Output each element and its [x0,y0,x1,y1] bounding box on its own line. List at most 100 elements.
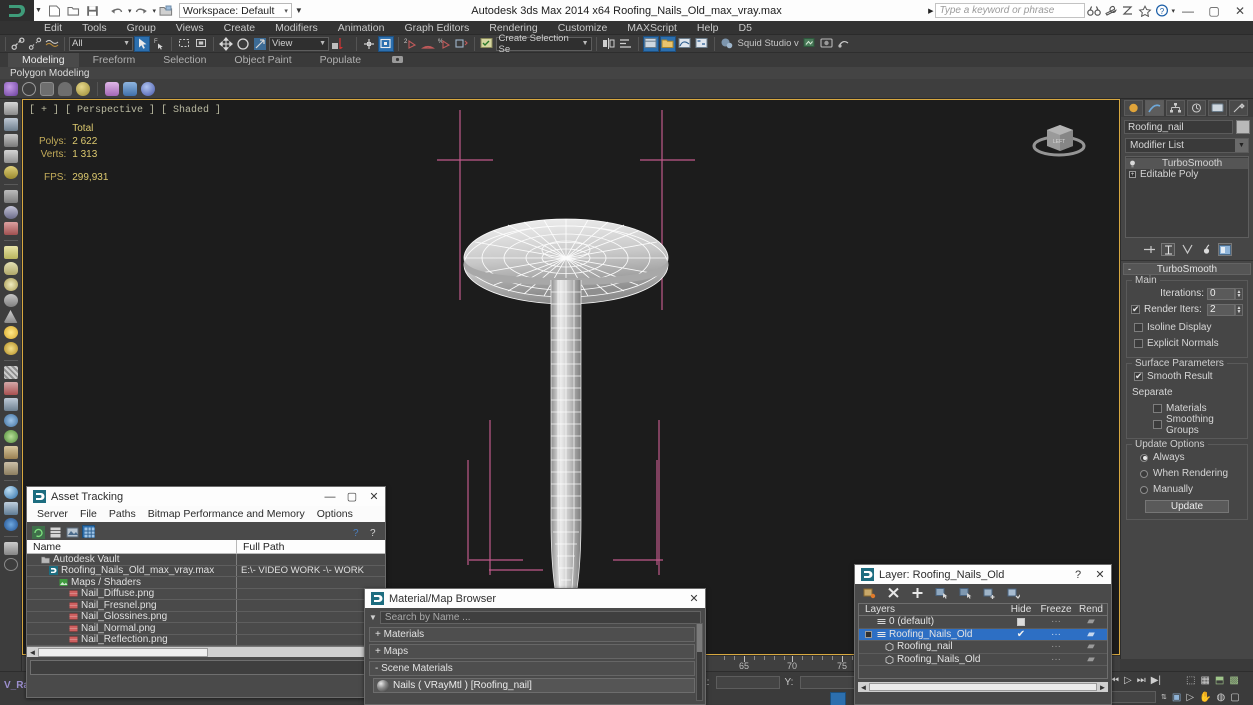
isoline-display-row[interactable]: Isoline Display [1131,321,1243,334]
configure-modifier-sets-icon[interactable] [1218,243,1232,256]
scroll-right-icon[interactable]: ► [1097,683,1108,692]
table-row[interactable]: Nail_Fresnel.png [27,600,385,612]
keyword-search-input[interactable]: Type a keyword or phrase [935,3,1086,18]
refresh-icon[interactable] [31,525,45,539]
workspace-selector[interactable]: Workspace: Default ▾ [178,3,292,18]
view-cube[interactable]: LEFT [1029,112,1089,172]
app-logo-button[interactable] [0,0,34,21]
delete-layer-icon[interactable] [887,587,900,600]
create-new-layer-icon[interactable] [863,587,876,600]
reference-coord-system-combo[interactable]: View ▼ [269,36,329,51]
update-option-always[interactable]: Always [1131,451,1243,464]
undo-dropdown-icon[interactable]: ▾ [128,7,132,15]
menu-modifiers[interactable]: Modifiers [265,21,328,35]
search-expand-icon[interactable]: ▶ [928,7,933,15]
modifier-stack[interactable]: TurboSmooth + Editable Poly [1125,156,1249,238]
display-panel-tab[interactable] [1208,100,1227,116]
table-row[interactable]: Nail_Glossines.png [27,611,385,623]
render-production-icon[interactable] [836,36,852,52]
menu-edit[interactable]: Edit [34,21,72,35]
zoom-all-icon[interactable]: ▦ [1200,675,1209,686]
asset-tracking-titlebar[interactable]: Asset Tracking — ▢ ✕ [27,487,385,506]
list-view-icon[interactable] [48,525,61,538]
next-frame-icon[interactable]: ⏭ [1137,675,1146,686]
rollout-collapse-icon[interactable]: - [1128,264,1131,274]
hide-checkbox[interactable] [1017,617,1025,626]
explicit-normals-checkbox[interactable] [1134,339,1143,348]
undo-button[interactable] [108,2,126,19]
column-header-full-path[interactable]: Full Path [237,540,385,553]
menu-graph-editors[interactable]: Graph Editors [394,21,479,35]
layer-row-child[interactable]: Roofing_nail ··· ▰ [859,641,1107,654]
menu-group[interactable]: Group [117,21,166,35]
select-and-rotate-icon[interactable] [235,36,251,52]
hscroll-thumb[interactable] [869,683,1097,691]
target-light-icon[interactable] [3,190,18,203]
menu-views[interactable]: Views [166,21,214,35]
ribbon-options-icon[interactable] [389,51,405,67]
maximize-viewport-icon[interactable]: ▢ [1230,692,1239,703]
table-row[interactable]: Roofing_Nails_Old_max_vray.max E:\- VIDE… [27,565,385,577]
polygon-subobject-icon[interactable] [58,81,72,96]
hierarchy-panel-tab[interactable] [1166,100,1185,116]
context-help-icon[interactable]: ? [367,525,380,539]
paint-connect-icon[interactable] [141,81,155,96]
key-mode-toggle-icon[interactable] [830,692,846,705]
window-crossing-toggle-icon[interactable] [193,36,209,52]
orbit-icon[interactable]: ◍ [1216,692,1225,703]
vscroll-thumb[interactable] [697,624,702,652]
app-menu-caret-icon[interactable]: ▼ [35,7,42,14]
object-color-swatch[interactable] [1236,120,1250,134]
percent-snap-icon[interactable]: % [437,36,453,52]
material-browser-close[interactable]: ✕ [683,589,705,608]
scripting-icon[interactable] [1119,2,1136,19]
modifier-stack-item-editable-poly[interactable]: + Editable Poly [1126,169,1248,180]
search-by-name-input[interactable]: Search by Name ... [379,610,701,624]
select-by-name-icon[interactable]: F [151,36,167,52]
at-menu-bitmap-performance[interactable]: Bitmap Performance and Memory [142,508,311,520]
material-browser-vscrollbar[interactable] [696,623,703,701]
layer-dialog-titlebar[interactable]: Layer: Roofing_Nails_Old ? ✕ [855,565,1111,584]
isoline-display-checkbox[interactable] [1134,323,1143,332]
utilities-panel-tab[interactable] [1229,100,1248,116]
spot-light-icon[interactable] [3,310,18,323]
manually-radio[interactable] [1140,485,1148,494]
freeze-cell[interactable]: ··· [1037,629,1075,640]
when-rendering-radio[interactable] [1140,469,1148,478]
scene-material-item[interactable]: Nails ( VRayMtl ) [Roofing_nail] [373,678,695,693]
freeze-cell[interactable]: ··· [1037,654,1075,665]
menu-help[interactable]: Help [687,21,729,35]
spinner-snap-icon[interactable] [454,36,470,52]
wrench-icon[interactable] [1102,2,1119,19]
show-end-result-icon[interactable] [1161,243,1175,256]
select-and-manipulate-icon[interactable] [361,36,377,52]
group-maps[interactable]: + Maps [369,644,695,659]
angle-snap-icon[interactable] [420,36,436,52]
lightbulb-icon[interactable] [1129,160,1136,168]
layer-hscrollbar[interactable]: ◄ ► [858,682,1108,692]
modify-panel-tab[interactable] [1145,100,1164,116]
vray-mtl-icon[interactable] [3,518,18,531]
pan-view-icon[interactable]: ✋ [1199,692,1211,703]
snaps-toggle-icon[interactable] [377,35,394,52]
expand-stack-icon[interactable]: + [1129,171,1136,178]
rendered-frame-window-icon[interactable] [819,36,835,52]
redo-button[interactable] [132,2,150,19]
save-file-button[interactable] [84,2,102,19]
render-cell[interactable]: ▰ [1075,654,1107,665]
close-button[interactable]: ✕ [1227,0,1253,21]
select-and-move-icon[interactable] [218,36,234,52]
layer-dialog-help[interactable]: ? [1067,565,1089,584]
render-settings-icon[interactable] [3,134,18,147]
about-icon[interactable] [3,558,18,571]
pin-stack-icon[interactable] [1142,243,1156,256]
scroll-left-icon[interactable]: ◄ [27,648,38,657]
render-iters-value[interactable]: 2 [1207,303,1235,316]
remove-modifier-icon[interactable] [1199,243,1213,256]
set-current-layer-icon[interactable] [1007,587,1022,600]
selection-filter-combo[interactable]: All ▼ [69,36,133,51]
separate-materials-checkbox[interactable] [1153,404,1162,413]
select-keys-icon[interactable]: ⬚ [1186,675,1195,686]
at-menu-paths[interactable]: Paths [103,508,142,520]
modifier-stack-item-turbosmooth[interactable]: TurboSmooth [1126,158,1248,169]
